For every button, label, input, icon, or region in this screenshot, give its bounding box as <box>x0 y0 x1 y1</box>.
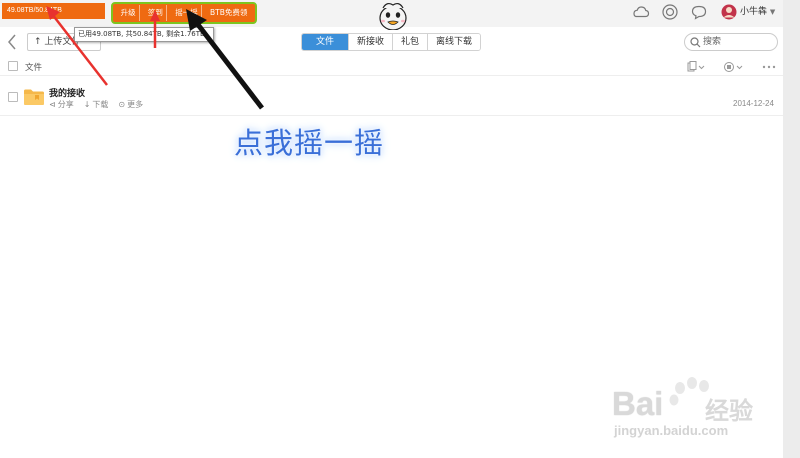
page-margin <box>783 0 800 458</box>
folder-icon <box>24 89 44 105</box>
more-icon: ⊙ <box>118 100 126 109</box>
watermark-brand: Bai <box>612 385 664 422</box>
chevron-down-icon: ▼ <box>769 8 776 16</box>
download-icon: ↓ <box>83 100 91 109</box>
annotation-callout: 点我摇一摇 <box>234 126 385 160</box>
file-date: 2014-12-24 <box>733 99 774 108</box>
copy-icon[interactable] <box>686 61 706 73</box>
avatar[interactable] <box>720 3 738 21</box>
row-actions: ⊲ 分享 ↓ 下载 ⊙ 更多 <box>49 99 143 110</box>
tab-offline-download[interactable]: 离线下载 <box>428 34 481 50</box>
tab-received[interactable]: 新接收 <box>349 34 394 50</box>
storage-quota[interactable]: 49.08TB/50.84TB <box>2 3 105 19</box>
watermark-brand-cn: 经验 <box>705 397 753 425</box>
tab-bar: 文件 新接收 礼包 离线下载 <box>301 33 482 51</box>
top-links-highlight: 升级 签到 摇一摇 BTB免费领 <box>111 2 257 24</box>
search-input[interactable] <box>703 36 773 48</box>
column-name-header: 文件 <box>25 63 43 73</box>
select-all-checkbox[interactable] <box>8 61 18 71</box>
checkin-link[interactable]: 签到 <box>145 5 167 21</box>
mascot-logo <box>379 2 407 30</box>
back-icon[interactable] <box>6 33 18 51</box>
btb-free-link[interactable]: BTB免费领 <box>207 5 250 21</box>
more-action[interactable]: ⊙ 更多 <box>118 99 143 110</box>
list-header <box>0 57 783 76</box>
username[interactable]: 小牛犇 ▼ <box>740 4 775 17</box>
search-box[interactable] <box>684 33 778 51</box>
share-icon: ⊲ <box>49 100 56 109</box>
shake-link[interactable]: 摇一摇 <box>172 5 202 21</box>
share-action[interactable]: ⊲ 分享 <box>49 99 74 110</box>
watermark-url: jingyan.baidu.com <box>614 423 729 438</box>
chat-icon[interactable] <box>690 3 708 21</box>
row-checkbox[interactable] <box>8 92 18 102</box>
menu-dots-icon[interactable] <box>762 61 776 73</box>
target-icon[interactable] <box>661 3 679 21</box>
upgrade-link[interactable]: 升级 <box>118 5 140 21</box>
view-icon[interactable] <box>723 61 745 73</box>
upload-icon: ↑ <box>34 37 42 47</box>
download-action[interactable]: ↓ 下载 <box>84 99 109 110</box>
file-name[interactable]: 我的接收 <box>49 86 85 99</box>
storage-tooltip: 已用49.08TB, 共50.84TB, 剩余1.76TB <box>74 27 214 42</box>
tab-files[interactable]: 文件 <box>302 34 350 50</box>
table-row[interactable] <box>0 80 783 116</box>
cloud-icon[interactable] <box>632 3 650 21</box>
tab-gifts[interactable]: 礼包 <box>393 34 429 50</box>
search-icon <box>690 37 701 48</box>
